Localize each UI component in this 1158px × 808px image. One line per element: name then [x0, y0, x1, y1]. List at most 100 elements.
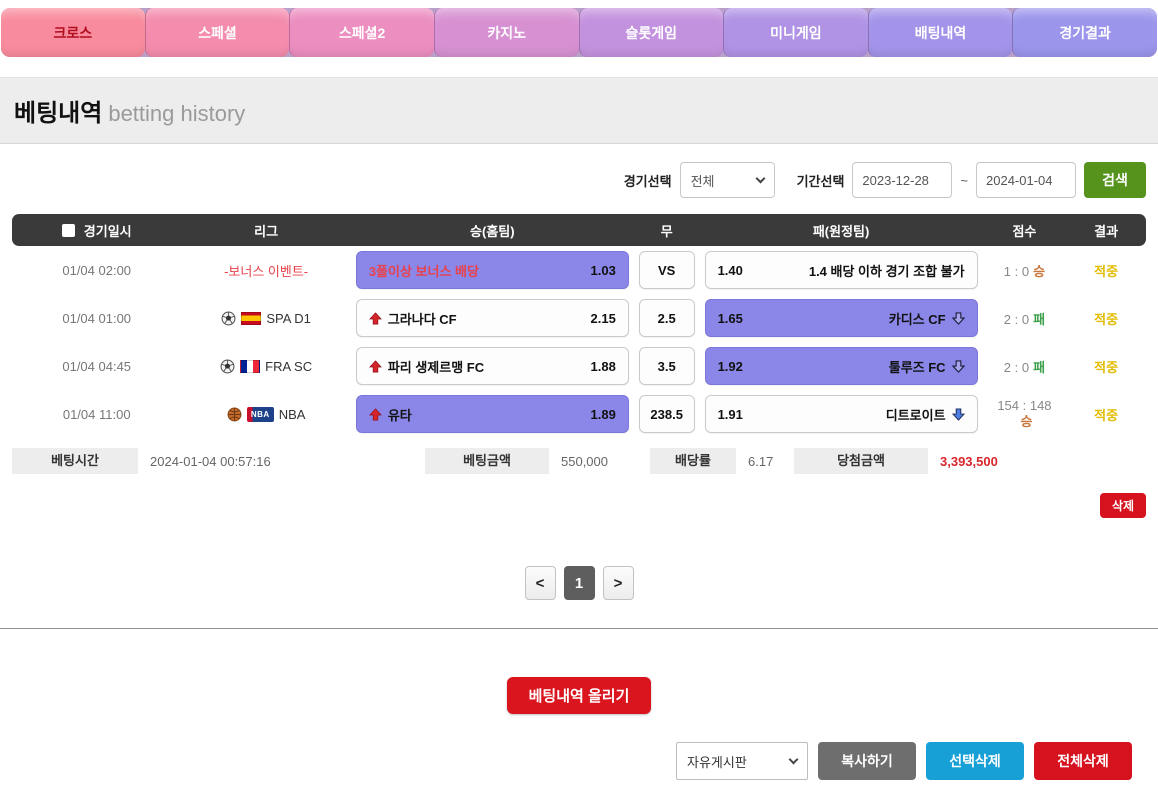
- game-select-label: 경기선택: [624, 171, 672, 190]
- league-label: NBA: [279, 407, 306, 422]
- win-amount-value: 3,393,500: [928, 454, 998, 469]
- draw-bet-box: VS: [639, 251, 695, 289]
- lose-team-name: 툴루즈 FC: [749, 357, 946, 376]
- delete-all-button[interactable]: 전체삭제: [1034, 742, 1132, 780]
- nav-tab-special2[interactable]: 스페셜2: [289, 8, 434, 57]
- draw-bet-box: 238.5: [639, 395, 695, 433]
- lose-bet-box: 1.65 카디스 CF: [705, 299, 978, 337]
- lose-bet-box: 1.92 툴루즈 FC: [705, 347, 978, 385]
- upload-row: 베팅내역 올리기: [12, 677, 1146, 714]
- match-datetime: 01/04 04:45: [12, 359, 181, 374]
- date-to-input[interactable]: [976, 162, 1076, 198]
- table-row: 01/04 02:00 -보너스 이벤트- 3폴이상 보너스 배당 1.03 V…: [12, 246, 1146, 294]
- page-title-bar: 베팅내역betting history: [0, 77, 1158, 144]
- nba-logo: NBA: [247, 407, 274, 422]
- up-arrow-icon: [369, 408, 382, 421]
- bet-summary-row: 베팅시간 2024-01-04 00:57:16 베팅금액 550,000 배당…: [12, 448, 1146, 474]
- outcome-label: 패: [1033, 312, 1045, 327]
- draw-value: 2.5: [658, 311, 676, 326]
- chevron-down-icon: [789, 754, 799, 764]
- win-bet-box: 그라나다 CF 2.15: [356, 299, 629, 337]
- lose-bet-box: 1.40 1.4 배당 이하 경기 조합 불가: [705, 251, 978, 289]
- header-score: 점수: [983, 221, 1067, 240]
- outcome-label: 승: [1020, 414, 1032, 430]
- result-label: 적중: [1094, 408, 1118, 423]
- match-datetime: 01/04 01:00: [12, 311, 181, 326]
- up-arrow-icon: [369, 360, 382, 373]
- header-lose: 패(원정팀): [700, 221, 983, 240]
- nav-tab-minigame[interactable]: 미니게임: [723, 8, 868, 57]
- filter-bar: 경기선택 전체 기간선택 ~ 검색: [12, 162, 1146, 198]
- lose-team-name: 1.4 배당 이하 경기 조합 불가: [749, 261, 965, 280]
- draw-value: 238.5: [650, 407, 683, 422]
- lose-odds: 1.40: [718, 263, 743, 278]
- bet-time-label: 베팅시간: [12, 448, 138, 474]
- league-cell: NBA NBA: [181, 407, 350, 422]
- win-odds: 1.88: [591, 359, 616, 374]
- delete-selected-button[interactable]: 선택삭제: [926, 742, 1024, 780]
- nav-tab-game-results[interactable]: 경기결과: [1012, 8, 1157, 57]
- score-value: 1 : 0: [1004, 264, 1029, 279]
- win-amount-label: 당첨금액: [794, 448, 928, 474]
- draw-value: VS: [658, 263, 675, 278]
- down-arrow-icon: [952, 360, 965, 373]
- lose-bet-box: 1.91 디트로이트: [705, 395, 978, 433]
- spain-flag-icon: [241, 312, 261, 325]
- table-row: 01/04 11:00 NBA NBA 유타 1.89 238.5 1.91 디…: [12, 390, 1146, 438]
- score-value: 154 : 148: [997, 398, 1051, 414]
- select-all-checkbox[interactable]: [62, 224, 75, 237]
- bottom-controls: 자유게시판 복사하기 선택삭제 전체삭제: [12, 742, 1146, 780]
- board-select[interactable]: 자유게시판: [676, 742, 808, 780]
- bet-time-value: 2024-01-04 00:57:16: [138, 454, 425, 469]
- pagination: < 1 >: [12, 566, 1146, 600]
- win-bet-box: 파리 생제르맹 FC 1.88: [356, 347, 629, 385]
- prev-page-button[interactable]: <: [525, 566, 556, 600]
- nav-tab-special[interactable]: 스페셜: [145, 8, 290, 57]
- result-label: 적중: [1094, 312, 1118, 327]
- chevron-down-icon: [755, 173, 765, 183]
- draw-bet-box: 3.5: [639, 347, 695, 385]
- search-button[interactable]: 검색: [1084, 162, 1146, 198]
- result-cell: 적중: [1066, 357, 1146, 376]
- nav-tab-casino[interactable]: 카지노: [434, 8, 579, 57]
- draw-bet-box: 2.5: [639, 299, 695, 337]
- period-label: 기간선택: [797, 171, 845, 190]
- delete-button[interactable]: 삭제: [1100, 493, 1146, 518]
- nav-tab-slots[interactable]: 슬롯게임: [579, 8, 724, 57]
- win-odds: 1.03: [591, 263, 616, 278]
- current-page[interactable]: 1: [564, 566, 595, 600]
- up-arrow-icon: [369, 312, 382, 325]
- header-draw: 무: [634, 221, 700, 240]
- outcome-label: 패: [1033, 360, 1045, 375]
- next-page-button[interactable]: >: [603, 566, 634, 600]
- score-cell: 154 : 148 승: [983, 398, 1067, 431]
- league-cell: SPA D1: [181, 311, 350, 326]
- upload-betting-history-button[interactable]: 베팅내역 올리기: [507, 677, 652, 714]
- delete-row: 삭제: [12, 493, 1146, 518]
- nav-tab-cross[interactable]: 크로스: [1, 8, 145, 57]
- france-flag-icon: [240, 360, 260, 373]
- bet-amount-value: 550,000: [549, 454, 650, 469]
- outcome-label: 승: [1033, 264, 1045, 279]
- header-league: 리그: [181, 221, 350, 240]
- win-team-name: 유타: [388, 405, 585, 424]
- score-cell: 2 : 0패: [983, 357, 1067, 376]
- win-team-name: 파리 생제르맹 FC: [388, 357, 585, 376]
- lose-odds: 1.92: [718, 359, 743, 374]
- lose-team-name: 카디스 CF: [749, 309, 946, 328]
- header-datetime: 경기일시: [84, 221, 132, 240]
- copy-button[interactable]: 복사하기: [818, 742, 916, 780]
- date-from-input[interactable]: [852, 162, 952, 198]
- score-cell: 1 : 0 승: [983, 261, 1067, 280]
- result-cell: 적중: [1066, 405, 1146, 424]
- league-label: FRA SC: [265, 359, 312, 374]
- main-nav: 크로스 스페셜 스페셜2 카지노 슬롯게임 미니게임 배팅내역 경기결과: [1, 8, 1157, 57]
- nav-tab-betting-history[interactable]: 배팅내역: [868, 8, 1013, 57]
- score-cell: 2 : 0패: [983, 309, 1067, 328]
- win-team-name: 3폴이상 보너스 배당: [369, 261, 585, 280]
- league-label: -보너스 이벤트-: [224, 261, 308, 280]
- date-separator: ~: [960, 173, 968, 188]
- game-select[interactable]: 전체: [680, 162, 775, 198]
- win-odds: 1.89: [591, 407, 616, 422]
- page-subtitle: betting history: [108, 101, 245, 126]
